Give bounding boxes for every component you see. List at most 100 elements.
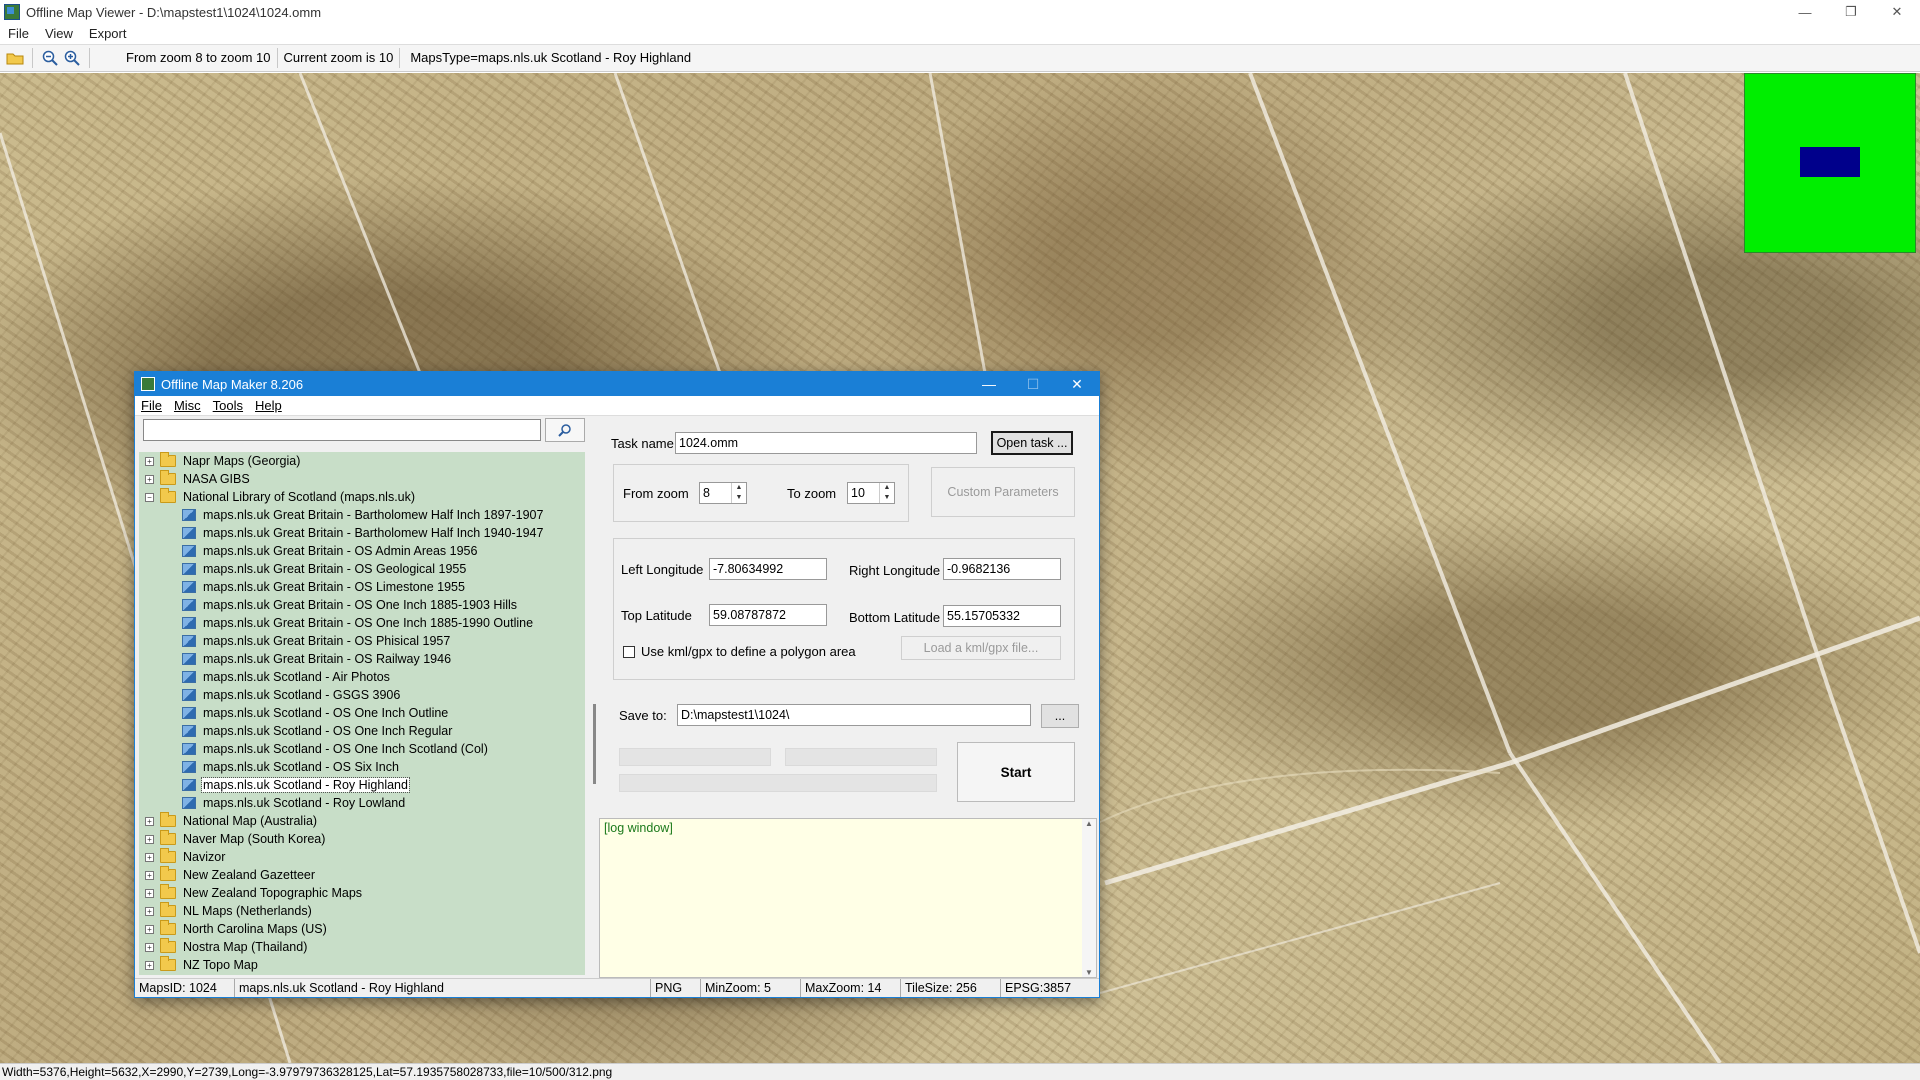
bottom-latitude-input[interactable]: 55.15705332 <box>943 605 1061 627</box>
tree-folder[interactable]: + Navizor <box>139 848 585 866</box>
tree-map-item[interactable]: maps.nls.uk Great Britain - OS Limestone… <box>139 578 585 596</box>
use-kml-label: Use kml/gpx to define a polygon area <box>641 644 856 659</box>
tree-item-label: maps.nls.uk Great Britain - Bartholomew … <box>203 508 544 522</box>
search-input[interactable] <box>143 419 541 441</box>
tree-folder[interactable]: + North Carolina Maps (US) <box>139 920 585 938</box>
dialog-menu-file[interactable]: File <box>135 398 168 413</box>
search-button[interactable] <box>545 418 585 442</box>
task-name-label: Task name <box>611 436 674 451</box>
to-zoom-arrows[interactable]: ▲ ▼ <box>879 483 894 503</box>
expand-icon[interactable]: + <box>145 906 154 916</box>
zoom-out-icon[interactable] <box>39 47 61 69</box>
open-folder-icon[interactable] <box>4 47 26 69</box>
map-icon <box>182 617 196 629</box>
menu-view[interactable]: View <box>37 26 81 41</box>
tree-map-item[interactable]: maps.nls.uk Great Britain - OS One Inch … <box>139 596 585 614</box>
tree-item-label: New Zealand Topographic Maps <box>183 886 363 900</box>
tree-map-item[interactable]: maps.nls.uk Great Britain - OS Railway 1… <box>139 650 585 668</box>
main-titlebar: Offline Map Viewer - D:\mapstest1\1024\1… <box>0 0 1920 24</box>
menu-file[interactable]: File <box>0 26 37 41</box>
tree-folder[interactable]: + National Map (Australia) <box>139 812 585 830</box>
tree-folder[interactable]: + NL Maps (Netherlands) <box>139 902 585 920</box>
tree-map-item[interactable]: maps.nls.uk Scotland - OS One Inch Regul… <box>139 722 585 740</box>
browse-folder-button[interactable]: ... <box>1041 704 1079 728</box>
close-button[interactable]: ✕ <box>1874 0 1920 24</box>
start-button[interactable]: Start <box>957 742 1075 802</box>
from-zoom-arrows[interactable]: ▲ ▼ <box>731 483 746 503</box>
tree-map-item[interactable]: maps.nls.uk Great Britain - Bartholomew … <box>139 506 585 524</box>
tree-item-label: maps.nls.uk Great Britain - OS Admin Are… <box>203 544 478 558</box>
menu-export[interactable]: Export <box>81 26 135 41</box>
tree-scrollbar[interactable] <box>591 452 599 975</box>
tree-folder[interactable]: + New Zealand Gazetteer <box>139 866 585 884</box>
expand-icon[interactable]: + <box>145 960 154 970</box>
dialog-minimize-button[interactable]: — <box>967 372 1011 396</box>
tree-map-item[interactable]: maps.nls.uk Great Britain - Bartholomew … <box>139 524 585 542</box>
status-min-zoom: MinZoom: 5 <box>701 979 801 997</box>
tree-folder[interactable]: − National Library of Scotland (maps.nls.… <box>139 488 585 506</box>
right-longitude-input[interactable]: -0.9682136 <box>943 558 1061 580</box>
task-name-input[interactable]: 1024.omm <box>675 432 977 454</box>
tree-folder[interactable]: + NASA GIBS <box>139 470 585 488</box>
tree-map-item[interactable]: maps.nls.uk Great Britain - OS One Inch … <box>139 614 585 632</box>
maps-tree[interactable]: + Napr Maps (Georgia) + NASA GIBS − National … <box>139 452 585 975</box>
dialog-close-button[interactable]: ✕ <box>1055 372 1099 396</box>
use-kml-checkbox[interactable] <box>623 646 635 658</box>
tree-map-item[interactable]: maps.nls.uk Great Britain - OS Admin Are… <box>139 542 585 560</box>
app-icon <box>4 4 20 20</box>
log-window[interactable]: [log window] ▲ ▼ <box>599 818 1097 978</box>
collapse-icon[interactable]: − <box>145 492 154 502</box>
log-scrollbar[interactable]: ▲ ▼ <box>1082 819 1096 977</box>
zoom-in-icon[interactable] <box>61 47 83 69</box>
expand-icon[interactable]: + <box>145 924 154 934</box>
minimap-viewport[interactable] <box>1800 147 1860 177</box>
to-zoom-spinner[interactable]: 10 ▲ ▼ <box>847 482 895 504</box>
top-latitude-input[interactable]: 59.08787872 <box>709 604 827 626</box>
tree-folder[interactable]: + NZ Topo Map <box>139 956 585 974</box>
tree-map-item[interactable]: maps.nls.uk Scotland - GSGS 3906 <box>139 686 585 704</box>
expand-icon[interactable]: + <box>145 870 154 880</box>
tree-map-item[interactable]: maps.nls.uk Scotland - Roy Highland <box>139 776 585 794</box>
expand-icon[interactable]: + <box>145 942 154 952</box>
tree-map-item[interactable]: maps.nls.uk Scotland - OS Six Inch <box>139 758 585 776</box>
tree-item-label: maps.nls.uk Great Britain - OS One Inch … <box>203 616 534 630</box>
overview-minimap[interactable] <box>1744 73 1916 253</box>
tree-map-item[interactable]: maps.nls.uk Scotland - Roy Lowland <box>139 794 585 812</box>
dialog-app-icon <box>141 377 155 391</box>
to-zoom-value: 10 <box>851 486 865 500</box>
dialog-menu-tools[interactable]: Tools <box>207 398 249 413</box>
tree-folder[interactable]: + Naver Map (South Korea) <box>139 830 585 848</box>
save-to-label: Save to: <box>619 708 667 723</box>
expand-icon[interactable]: + <box>145 816 154 826</box>
open-task-button[interactable]: Open task ... <box>991 431 1073 455</box>
dialog-menu-help[interactable]: Help <box>249 398 288 413</box>
tree-folder[interactable]: + New Zealand Topographic Maps <box>139 884 585 902</box>
minimize-button[interactable]: — <box>1782 0 1828 24</box>
tree-item-label: Napr Maps (Georgia) <box>183 454 301 468</box>
dialog-menu-misc[interactable]: Misc <box>168 398 207 413</box>
tree-map-item[interactable]: maps.nls.uk Scotland - OS One Inch Outli… <box>139 704 585 722</box>
status-tile-size: TileSize: 256 <box>901 979 1001 997</box>
load-kml-button[interactable]: Load a kml/gpx file... <box>901 636 1061 660</box>
tree-map-item[interactable]: maps.nls.uk Great Britain - OS Geologica… <box>139 560 585 578</box>
expand-icon[interactable]: + <box>145 474 154 484</box>
tree-folder[interactable]: + Napr Maps (Georgia) <box>139 452 585 470</box>
tree-map-item[interactable]: maps.nls.uk Scotland - Air Photos <box>139 668 585 686</box>
expand-icon[interactable]: + <box>145 456 154 466</box>
from-zoom-spinner[interactable]: 8 ▲ ▼ <box>699 482 747 504</box>
save-to-input[interactable]: D:\mapstest1\1024\ <box>677 704 1031 726</box>
custom-parameters-button[interactable]: Custom Parameters <box>931 467 1075 517</box>
expand-icon[interactable]: + <box>145 834 154 844</box>
dialog-titlebar[interactable]: Offline Map Maker 8.206 — ☐ ✕ <box>135 372 1099 396</box>
left-longitude-input[interactable]: -7.80634992 <box>709 558 827 580</box>
tree-scrollbar-thumb[interactable] <box>593 704 596 784</box>
expand-icon[interactable]: + <box>145 852 154 862</box>
restore-button[interactable]: ❐ <box>1828 0 1874 24</box>
tree-item-label: maps.nls.uk Great Britain - Bartholomew … <box>203 526 544 540</box>
tree-map-item[interactable]: maps.nls.uk Great Britain - OS Phisical … <box>139 632 585 650</box>
expand-icon[interactable]: + <box>145 888 154 898</box>
tree-map-item[interactable]: maps.nls.uk Scotland - OS One Inch Scotl… <box>139 740 585 758</box>
tree-folder[interactable]: + Nostra Map (Thailand) <box>139 938 585 956</box>
tree-item-label: maps.nls.uk Great Britain - OS Geologica… <box>203 562 467 576</box>
dialog-maximize-button[interactable]: ☐ <box>1011 372 1055 396</box>
